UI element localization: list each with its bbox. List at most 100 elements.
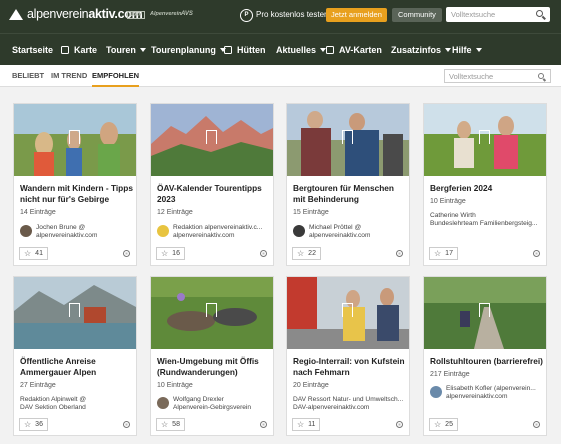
card-image[interactable] [151, 104, 273, 176]
card-image[interactable] [287, 277, 409, 349]
mountain-logo-icon [9, 8, 24, 20]
like-button[interactable]: ☆ 16 [156, 247, 185, 260]
card-title[interactable]: Wandern mit Kindern - Tipps nicht nur fü… [20, 183, 133, 205]
card-entry-count: 217 Einträge [430, 371, 470, 378]
nav-item-aktuelles[interactable]: Aktuelles [276, 45, 327, 55]
avatar [20, 225, 32, 237]
nav-item-tourenplanung[interactable]: Tourenplanung [151, 45, 226, 55]
card-entry-count: 27 Einträge [20, 382, 56, 389]
partner-logo-alpenverein[interactable]: Alpenverein [150, 11, 181, 20]
card-entry-count: 12 Einträge [157, 209, 193, 216]
card-author[interactable]: Michael Pröttel @ alpenvereinaktiv.com [293, 224, 406, 240]
like-button[interactable]: ☆ 17 [429, 247, 458, 260]
nav-item-touren[interactable]: Touren [106, 45, 146, 55]
bookmark-icon[interactable] [206, 303, 217, 317]
search-icon[interactable] [536, 10, 543, 17]
nav-item-zusatzinfos[interactable]: Zusatzinfos [391, 45, 452, 55]
register-button[interactable]: Jetzt anmelden [326, 8, 387, 22]
list-card[interactable]: Wien-Umgebung mit Öffis (Rundwanderungen… [150, 276, 274, 436]
public-globe-icon [260, 250, 267, 257]
card-entry-count: 20 Einträge [293, 382, 329, 389]
nav-item-hilfe[interactable]: Hilfe [452, 45, 482, 55]
card-image[interactable] [151, 277, 273, 349]
nav-item-karte[interactable]: Karte [61, 45, 97, 55]
card-title[interactable]: Bergtouren für Menschen mit Behinderung [293, 183, 406, 205]
card-author[interactable]: Redaktion alpenvereinaktiv.c... alpenvere… [157, 224, 270, 240]
chevron-down-icon [139, 48, 146, 52]
star-icon: ☆ [434, 249, 442, 258]
card-entry-count: 10 Einträge [430, 198, 466, 205]
main-navigation: Startseite Karte Touren Tourenplanung Hü… [0, 33, 561, 65]
avatar [157, 397, 169, 409]
pro-badge-icon[interactable]: P [240, 9, 253, 22]
card-image[interactable] [14, 104, 136, 176]
star-icon: ☆ [434, 420, 442, 429]
like-button[interactable]: ☆ 36 [19, 418, 48, 431]
card-author[interactable]: Catherine Wirth Bundeslehrteam Familienbe… [430, 212, 543, 228]
list-card[interactable]: Bergtouren für Menschen mit Behinderung … [286, 103, 410, 266]
list-card[interactable]: Bergferien 2024 10 Einträge Catherine Wi… [423, 103, 547, 266]
list-search-placeholder: Volltextsuche [449, 72, 494, 81]
like-button[interactable]: ☆ 11 [292, 418, 321, 431]
map-sheet-icon [326, 46, 334, 54]
like-button[interactable]: ☆ 41 [19, 247, 48, 260]
public-globe-icon [396, 421, 403, 428]
bookmark-icon[interactable] [342, 130, 353, 144]
tab-im-trend[interactable]: Im Trend [51, 71, 87, 80]
partner-logo-dav[interactable]: DAV [127, 11, 146, 20]
bookmark-icon[interactable] [69, 130, 80, 144]
list-card[interactable]: Wandern mit Kindern - Tipps nicht nur fü… [13, 103, 137, 266]
tab-beliebt[interactable]: Beliebt [12, 71, 44, 80]
chevron-down-icon [475, 48, 482, 52]
header-search-placeholder: Volltextsuche [451, 10, 496, 19]
card-entry-count: 14 Einträge [20, 209, 56, 216]
card-title[interactable]: Wien-Umgebung mit Öffis (Rundwanderungen… [157, 356, 270, 378]
bookmark-icon[interactable] [69, 303, 80, 317]
header-search-input[interactable]: Volltextsuche [446, 7, 550, 22]
hut-icon [224, 46, 232, 54]
card-entry-count: 10 Einträge [157, 382, 193, 389]
card-image[interactable] [424, 104, 546, 176]
nav-item-av-karten[interactable]: AV-Karten [326, 45, 382, 55]
like-button[interactable]: ☆ 22 [292, 247, 321, 260]
card-title[interactable]: Rollstuhltouren (barrierefrei) [430, 356, 543, 367]
map-icon [61, 46, 69, 54]
bookmark-icon[interactable] [342, 303, 353, 317]
card-title[interactable]: Regio-Interrail: von Kufstein nach Fehma… [293, 356, 406, 378]
search-icon[interactable] [538, 73, 544, 79]
card-author[interactable]: DAV Ressort Natur- und Umweltsch... DAV-a… [293, 396, 406, 412]
pro-trial-link[interactable]: Pro kostenlos testen [256, 10, 328, 19]
list-tabs-bar: Beliebt Im Trend Empfohlen Volltextsuche [0, 65, 561, 87]
partner-logo-avs[interactable]: AVS [181, 11, 193, 20]
card-image[interactable] [14, 277, 136, 349]
card-title[interactable]: Bergferien 2024 [430, 183, 543, 194]
site-logo[interactable]: alpenverein aktiv.com [9, 7, 143, 21]
card-title[interactable]: Öffentliche Anreise Ammergauer Alpen [20, 356, 133, 378]
card-author[interactable]: Redaktion Alpinwelt @ DAV Sektion Oberlan… [20, 396, 133, 412]
card-author[interactable]: Wolfgang Drexler Alpenverein-Gebirgsverei… [157, 396, 270, 412]
list-card[interactable]: Regio-Interrail: von Kufstein nach Fehma… [286, 276, 410, 436]
bookmark-icon[interactable] [206, 130, 217, 144]
top-bar: alpenverein aktiv.com DAV Alpenverein AVS… [0, 0, 561, 33]
list-card[interactable]: Rollstuhltouren (barrierefrei) 217 Eintr… [423, 276, 547, 436]
star-icon: ☆ [24, 420, 32, 429]
card-image[interactable] [287, 104, 409, 176]
community-button[interactable]: Community [392, 8, 442, 22]
like-button[interactable]: ☆ 58 [156, 418, 185, 431]
bookmark-icon[interactable] [479, 130, 490, 144]
card-title[interactable]: ÖAV-Kalender Tourentipps 2023 [157, 183, 270, 205]
card-author[interactable]: Elisabeth Kofler (alpenverein... alpenver… [430, 385, 543, 401]
nav-item-huetten[interactable]: Hütten [224, 45, 266, 55]
star-icon: ☆ [24, 249, 32, 258]
tab-empfohlen[interactable]: Empfohlen [92, 71, 140, 87]
bookmark-icon[interactable] [479, 303, 490, 317]
like-button[interactable]: ☆ 25 [429, 418, 458, 431]
star-icon: ☆ [161, 249, 169, 258]
card-author[interactable]: Jochen Brune @ alpenvereinaktiv.com [20, 224, 133, 240]
card-image[interactable] [424, 277, 546, 349]
list-search-input[interactable]: Volltextsuche [444, 69, 551, 83]
list-card[interactable]: ÖAV-Kalender Tourentipps 2023 12 Einträg… [150, 103, 274, 266]
list-card[interactable]: Öffentliche Anreise Ammergauer Alpen 27 … [13, 276, 137, 436]
nav-item-startseite[interactable]: Startseite [12, 45, 53, 55]
public-globe-icon [396, 250, 403, 257]
